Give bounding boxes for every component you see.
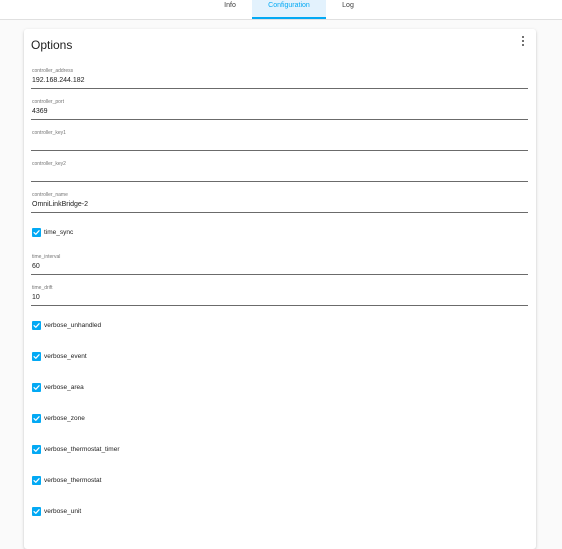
time-interval-field[interactable]: time_interval xyxy=(31,254,528,275)
checkmark-icon xyxy=(33,385,40,390)
controller-name-label: controller_name xyxy=(32,192,68,198)
checkmark-icon xyxy=(33,509,40,514)
controller-key2-input[interactable] xyxy=(32,169,522,179)
verbose-area-label: verbose_area xyxy=(44,384,84,391)
controller-key2-label: controller_key2 xyxy=(32,161,66,167)
time-drift-input[interactable] xyxy=(32,293,522,303)
checkmark-icon xyxy=(33,478,40,483)
dots-vertical-icon[interactable] xyxy=(519,35,529,47)
verbose-unit-label: verbose_unit xyxy=(44,508,82,515)
controller-key2-field[interactable]: controller_key2 xyxy=(31,161,528,182)
verbose-unit-checkbox[interactable] xyxy=(32,507,41,516)
checkmark-icon xyxy=(33,416,40,421)
checkmark-icon xyxy=(33,323,40,328)
controller-key1-label: controller_key1 xyxy=(32,130,66,136)
tab-info-label: Info xyxy=(224,2,236,9)
verbose-event-label: verbose_event xyxy=(44,353,87,360)
controller-address-input[interactable] xyxy=(32,76,522,86)
tab-configuration[interactable]: Configuration xyxy=(252,0,326,19)
verbose-thermostat-timer-label: verbose_thermostat_timer xyxy=(44,446,120,453)
verbose-zone-label: verbose_zone xyxy=(44,415,85,422)
tab-info[interactable]: Info xyxy=(213,0,247,19)
verbose-thermostat-label: verbose_thermostat xyxy=(44,477,102,484)
controller-port-field[interactable]: controller_port xyxy=(31,99,528,120)
verbose-unhandled-checkbox[interactable] xyxy=(32,321,41,330)
time-interval-input[interactable] xyxy=(32,262,522,272)
time-drift-label: time_drift xyxy=(32,285,53,291)
card-title: Options xyxy=(31,38,73,52)
checkmark-icon xyxy=(33,447,40,452)
tab-configuration-label: Configuration xyxy=(268,2,310,9)
controller-key1-input[interactable] xyxy=(32,138,522,148)
verbose-area-checkbox[interactable] xyxy=(32,383,41,392)
verbose-event-checkbox[interactable] xyxy=(32,352,41,361)
options-card: Options controller_address controller_po… xyxy=(24,29,536,549)
verbose-thermostat-timer-checkbox[interactable] xyxy=(32,445,41,454)
controller-port-input[interactable] xyxy=(32,107,522,117)
checkmark-icon xyxy=(33,354,40,359)
controller-key1-field[interactable]: controller_key1 xyxy=(31,130,528,151)
verbose-thermostat-checkbox[interactable] xyxy=(32,476,41,485)
tab-bar: Info Configuration Log xyxy=(0,0,562,20)
time-drift-field[interactable]: time_drift xyxy=(31,285,528,306)
time-sync-checkbox[interactable] xyxy=(32,228,41,237)
verbose-zone-checkbox[interactable] xyxy=(32,414,41,423)
time-sync-label: time_sync xyxy=(44,229,74,236)
tab-log[interactable]: Log xyxy=(331,0,365,19)
controller-port-label: controller_port xyxy=(32,99,64,105)
tab-log-label: Log xyxy=(342,2,354,9)
verbose-unhandled-label: verbose_unhandled xyxy=(44,322,102,329)
time-interval-label: time_interval xyxy=(32,254,61,260)
checkmark-icon xyxy=(33,230,40,235)
controller-address-label: controller_address xyxy=(32,68,74,74)
controller-name-input[interactable] xyxy=(32,200,522,210)
controller-name-field[interactable]: controller_name xyxy=(31,192,528,213)
controller-address-field[interactable]: controller_address xyxy=(31,68,528,89)
